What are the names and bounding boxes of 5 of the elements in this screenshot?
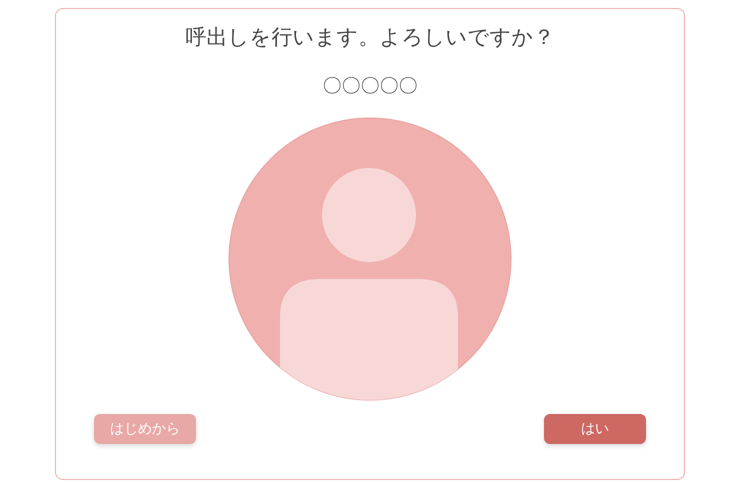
dialog-title: 呼出しを行います。よろしいですか？ <box>186 24 554 51</box>
confirm-button[interactable]: はい <box>544 414 646 444</box>
avatar-icon <box>228 117 512 401</box>
restart-button[interactable]: はじめから <box>94 414 196 444</box>
person-name: 〇〇〇〇〇 <box>322 74 418 99</box>
